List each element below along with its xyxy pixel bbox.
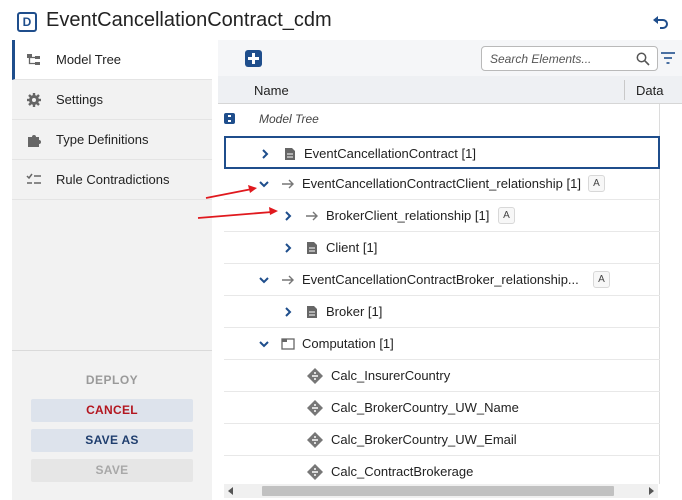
puzzle-icon — [28, 134, 41, 147]
sidebar-item-label: Settings — [56, 92, 103, 107]
sidebar-item-rule-contradictions[interactable]: Rule Contradictions — [12, 160, 212, 200]
tree-row[interactable]: Calc_ContractBrokerage — [224, 456, 660, 484]
tree-row-label: EventCancellationContractBroker_relation… — [302, 272, 579, 287]
tree-row[interactable]: Calc_BrokerCountry_UW_Email — [224, 424, 660, 456]
sidebar: Model Tree Settings Type Definitions Rul… — [12, 40, 212, 500]
chevron-down-icon[interactable] — [259, 339, 269, 349]
tree-row[interactable]: Calc_BrokerCountry_UW_Name — [224, 392, 660, 424]
scroll-right-arrow-icon[interactable] — [649, 487, 654, 495]
tree-row-label: Calc_BrokerCountry_UW_Email — [331, 432, 517, 447]
tree-row[interactable]: Broker [1] — [224, 296, 660, 328]
relationship-arrow-icon — [282, 275, 294, 285]
tree-row-label: EventCancellationContractClient_relation… — [302, 176, 581, 191]
chevron-down-icon[interactable] — [259, 275, 269, 285]
column-header-data[interactable]: Data — [636, 83, 663, 98]
scroll-left-arrow-icon[interactable] — [228, 487, 233, 495]
folder-icon — [281, 338, 295, 350]
filter-icon[interactable] — [661, 52, 675, 64]
model-type-badge: D — [17, 12, 37, 32]
chevron-right-icon[interactable] — [283, 243, 293, 253]
chevron-right-icon[interactable] — [260, 149, 270, 159]
add-element-button[interactable] — [245, 50, 262, 67]
model-tree-grid: Model Tree EventCancellationContract [1]… — [218, 104, 682, 484]
tree-row[interactable]: Calc_InsurerCountry — [224, 360, 660, 392]
relationship-arrow-icon — [282, 179, 294, 189]
sidebar-item-label: Model Tree — [56, 52, 122, 67]
sidebar-item-label: Type Definitions — [56, 132, 149, 147]
relationship-arrow-icon — [306, 211, 318, 221]
sidebar-item-model-tree[interactable]: Model Tree — [12, 40, 212, 80]
sidebar-item-label: Rule Contradictions — [56, 172, 170, 187]
tree-toolbar — [218, 40, 682, 76]
calculation-icon — [307, 464, 323, 480]
column-resize-handle[interactable] — [624, 80, 625, 100]
scrollbar-thumb[interactable] — [262, 486, 614, 496]
deploy-label: DEPLOY — [85, 373, 139, 387]
model-tree-root-icon — [224, 113, 235, 124]
tree-root-label: Model Tree — [259, 112, 319, 126]
tree-row[interactable]: EventCancellationContract [1] — [224, 136, 660, 169]
search-input[interactable] — [490, 50, 630, 67]
tree-row[interactable]: Client [1] — [224, 232, 660, 264]
model-tree-icon — [27, 53, 40, 65]
save-button[interactable]: SAVE — [31, 459, 193, 482]
save-as-button[interactable]: SAVE AS — [31, 429, 193, 452]
sidebar-item-type-definitions[interactable]: Type Definitions — [12, 120, 212, 160]
tree-row-label: Computation [1] — [302, 336, 394, 351]
tree-root-row[interactable]: Model Tree — [218, 104, 660, 134]
horizontal-scrollbar[interactable] — [224, 484, 658, 498]
tree-row[interactable]: BrokerClient_relationship [1] A — [224, 200, 660, 232]
tree-row[interactable]: Computation [1] — [224, 328, 660, 360]
tree-row-label: Calc_ContractBrokerage — [331, 464, 474, 479]
calculation-icon — [307, 400, 323, 416]
checklist-icon — [26, 173, 41, 184]
association-badge: A — [498, 207, 515, 224]
tree-row-label: Client [1] — [326, 240, 378, 255]
tree-row-label: Broker [1] — [326, 304, 383, 319]
tree-row[interactable]: EventCancellationContractBroker_relation… — [224, 264, 660, 296]
chevron-right-icon[interactable] — [283, 307, 293, 317]
title-bar: D EventCancellationContract_cdm — [0, 0, 682, 40]
page-title: EventCancellationContract_cdm — [46, 9, 332, 31]
tree-row-label: Calc_InsurerCountry — [331, 368, 451, 383]
sidebar-item-settings[interactable]: Settings — [12, 80, 212, 120]
tree-row[interactable]: EventCancellationContractClient_relation… — [224, 168, 660, 200]
table-header: Name Data — [218, 76, 682, 104]
entity-icon — [307, 306, 317, 318]
entity-icon — [307, 242, 317, 254]
association-badge: A — [593, 271, 610, 288]
undo-icon[interactable] — [652, 14, 670, 30]
chevron-down-icon[interactable] — [259, 179, 269, 189]
column-header-name[interactable]: Name — [254, 83, 289, 98]
chevron-right-icon[interactable] — [283, 211, 293, 221]
gear-icon — [27, 92, 41, 107]
search-icon[interactable] — [636, 52, 650, 66]
association-badge: A — [588, 175, 605, 192]
tree-row-label: EventCancellationContract [1] — [304, 146, 476, 161]
calculation-icon — [307, 368, 323, 384]
search-box — [481, 46, 658, 71]
tree-row-label: BrokerClient_relationship [1] — [326, 208, 490, 223]
calculation-icon — [307, 432, 323, 448]
cancel-button[interactable]: CANCEL — [31, 399, 193, 422]
tree-row-label: Calc_BrokerCountry_UW_Name — [331, 400, 519, 415]
sidebar-divider — [12, 350, 212, 351]
entity-icon — [285, 148, 295, 160]
